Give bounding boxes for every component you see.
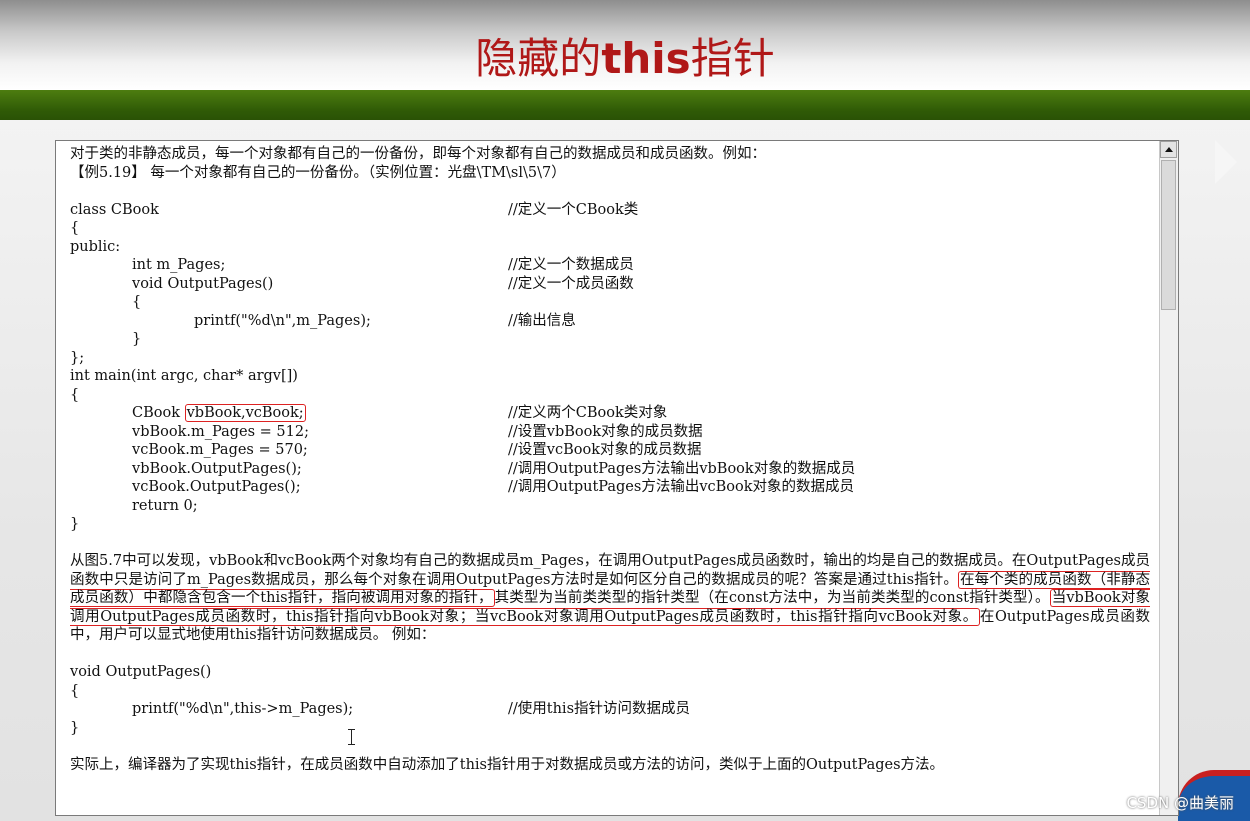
code-line: { xyxy=(70,220,80,236)
code-block-1: class CBook//定义一个CBook类 { public: int m_… xyxy=(70,201,1150,534)
code-line: vbBook.OutputPages();//调用OutputPages方法输出… xyxy=(132,460,856,477)
slide-title: 隐藏的this指针 xyxy=(475,34,775,83)
code-line: { xyxy=(70,682,80,699)
code-line: vcBook.OutputPages();//调用OutputPages方法输出… xyxy=(132,479,855,495)
code-line: void OutputPages()//定义一个成员函数 xyxy=(132,275,634,292)
text-cursor-icon xyxy=(348,729,355,745)
code-line: }; xyxy=(70,349,85,366)
vertical-scrollbar[interactable] xyxy=(1159,141,1178,815)
code-line: CBook vbBook,vcBook;//定义两个CBook类对象 xyxy=(132,404,668,422)
code-line: return 0; xyxy=(132,497,198,514)
code-line: int m_Pages;//定义一个数据成员 xyxy=(132,257,634,273)
code-line: int main(int argc, char* argv[]) xyxy=(70,368,298,384)
code-line: { xyxy=(70,386,80,403)
code-block-2: void OutputPages() { printf("%d\n",this-… xyxy=(70,663,1150,737)
code-line: class CBook//定义一个CBook类 xyxy=(70,201,639,218)
intro-text: 对于类的非静态成员，每一个对象都有自己的一份备份，即每个对象都有自己的数据成员和… xyxy=(70,146,766,162)
watermark: CSDN @曲美丽 xyxy=(1126,794,1234,812)
code-line: void OutputPages() xyxy=(70,664,212,680)
scroll-up-arrow-icon[interactable] xyxy=(1160,141,1177,158)
code-line: printf("%d\n",m_Pages);//输出信息 xyxy=(194,312,576,329)
code-line: printf("%d\n",this->m_Pages);//使用this指针访… xyxy=(132,701,691,717)
document-content: 对于类的非静态成员，每一个对象都有自己的一份备份，即每个对象都有自己的数据成员和… xyxy=(70,145,1151,774)
example-heading: 【例5.19】 每一个对象都有自己的一份备份。（实例位置：光盘\TM\sl\5\… xyxy=(70,164,566,181)
code-line: { xyxy=(132,294,142,310)
title-underline-bar xyxy=(0,90,1250,120)
closing-paragraph: 实际上，编译器为了实现this指针，在成员函数中自动添加了this指针用于对数据… xyxy=(70,756,945,773)
scroll-thumb[interactable] xyxy=(1161,160,1176,310)
code-line: vcBook.m_Pages = 570;//设置vcBook对象的成员数据 xyxy=(132,442,702,458)
document-window: 对于类的非静态成员，每一个对象都有自己的一份备份，即每个对象都有自己的数据成员和… xyxy=(55,140,1179,816)
highlight-box: vbBook,vcBook; xyxy=(184,404,306,422)
code-line: } xyxy=(70,516,80,532)
code-line: } xyxy=(70,719,80,736)
code-line: vbBook.m_Pages = 512;//设置vbBook对象的成员数据 xyxy=(132,423,703,440)
explanation-paragraph: 从图5.7中可以发现，vbBook和vcBook两个对象均有自己的数据成员m_P… xyxy=(70,553,1151,643)
code-line: public: xyxy=(70,238,121,255)
next-slide-arrow-icon[interactable] xyxy=(1215,140,1237,184)
code-line: } xyxy=(132,331,142,347)
